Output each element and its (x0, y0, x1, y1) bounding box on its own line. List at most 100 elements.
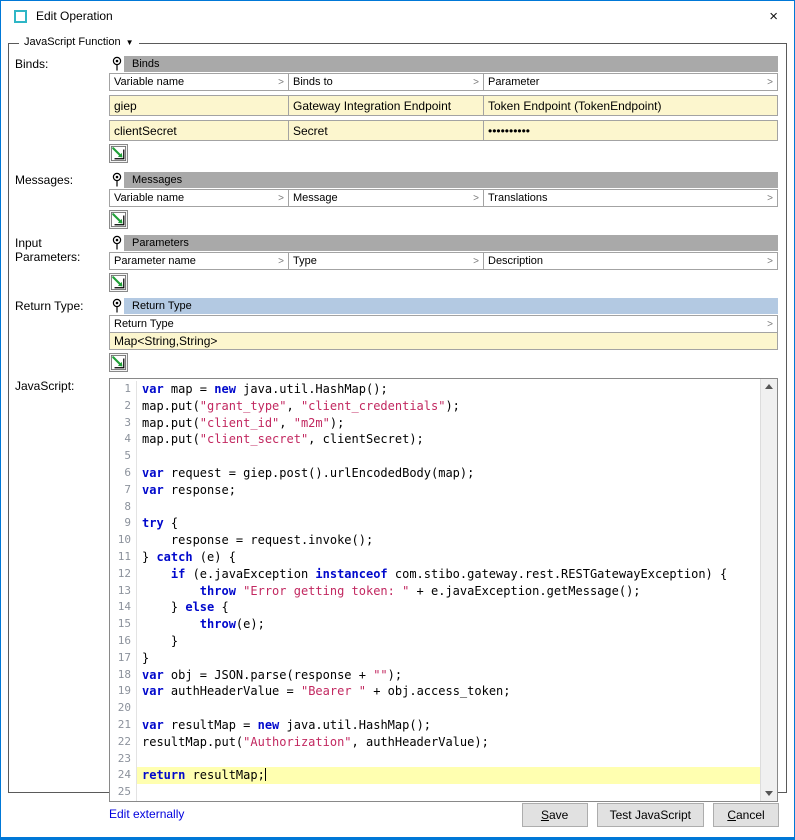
line-number: 19 (110, 683, 137, 700)
column-header[interactable]: Type> (289, 252, 484, 270)
sort-chevron-icon: > (278, 256, 284, 267)
line-number: 3 (110, 415, 137, 432)
editor-scrollbar[interactable] (760, 379, 777, 801)
edit-parameters-button[interactable] (109, 273, 128, 292)
groupbox-legend[interactable]: JavaScript Function ▼ (19, 36, 139, 48)
line-number: 1 (110, 381, 137, 398)
javascript-section: JavaScript: 1var map = new java.util.Has… (15, 378, 778, 821)
javascript-label: JavaScript: (15, 378, 109, 393)
edit-operation-dialog: Edit Operation × JavaScript Function ▼ B… (0, 0, 795, 840)
code-lines: 1var map = new java.util.HashMap();2map.… (110, 381, 760, 801)
close-icon[interactable]: × (763, 6, 784, 27)
line-number: 21 (110, 717, 137, 734)
sort-chevron-icon: > (278, 193, 284, 204)
column-header[interactable]: Variable name> (109, 189, 289, 207)
pin-icon[interactable] (109, 235, 124, 251)
messages-section: Messages: Messages Variable name> Messag… (15, 172, 778, 229)
code-line[interactable]: 1var map = new java.util.HashMap(); (110, 381, 760, 398)
bind-target-cell[interactable]: Secret (289, 120, 484, 141)
code-line[interactable]: 25 (110, 784, 760, 801)
line-number: 23 (110, 751, 137, 768)
code-line[interactable]: 15 throw(e); (110, 616, 760, 633)
code-line[interactable]: 2map.put("grant_type", "client_credentia… (110, 398, 760, 415)
table-row[interactable]: Map<String,String> (109, 332, 778, 350)
chevron-down-icon[interactable]: ▼ (126, 38, 134, 47)
code-line[interactable]: 20 (110, 700, 760, 717)
line-number: 25 (110, 784, 137, 801)
line-number: 14 (110, 599, 137, 616)
pin-icon[interactable] (109, 56, 124, 72)
line-number: 7 (110, 482, 137, 499)
code-line[interactable]: 16 } (110, 633, 760, 650)
pin-icon[interactable] (109, 172, 124, 188)
edit-externally-link[interactable]: Edit externally (109, 807, 184, 821)
code-line[interactable]: 5 (110, 448, 760, 465)
line-number: 20 (110, 700, 137, 717)
sort-chevron-icon: > (278, 77, 284, 88)
edit-return-type-button[interactable] (109, 353, 128, 372)
column-header[interactable]: Return Type> (109, 315, 778, 333)
sort-chevron-icon: > (767, 77, 773, 88)
line-number: 11 (110, 549, 137, 566)
code-line[interactable]: 7var response; (110, 482, 760, 499)
code-line[interactable]: 10 response = request.invoke(); (110, 532, 760, 549)
return-type-value-cell[interactable]: Map<String,String> (109, 332, 778, 350)
table-row[interactable]: giep Gateway Integration Endpoint Token … (109, 95, 778, 116)
code-line[interactable]: 21var resultMap = new java.util.HashMap(… (110, 717, 760, 734)
return-type-section: Return Type: Return Type Return Type> Ma… (15, 298, 778, 372)
line-number: 13 (110, 583, 137, 600)
bind-parameter-cell[interactable]: •••••••••• (484, 120, 778, 141)
code-line[interactable]: 19var authHeaderValue = "Bearer " + obj.… (110, 683, 760, 700)
line-number: 24 (110, 767, 137, 784)
edit-messages-button[interactable] (109, 210, 128, 229)
code-line[interactable]: 24return resultMap; (110, 767, 760, 784)
code-line[interactable]: 3map.put("client_id", "m2m"); (110, 415, 760, 432)
line-number: 22 (110, 734, 137, 751)
bind-target-cell[interactable]: Gateway Integration Endpoint (289, 95, 484, 116)
parameters-section-header[interactable]: Parameters (124, 235, 778, 251)
window-icon (14, 10, 27, 23)
code-line[interactable]: 18var obj = JSON.parse(response + ""); (110, 667, 760, 684)
column-header[interactable]: Variable name> (109, 73, 289, 91)
return-type-label: Return Type: (15, 298, 109, 313)
code-line[interactable]: 14 } else { (110, 599, 760, 616)
bind-variable-cell[interactable]: giep (109, 95, 289, 116)
messages-section-header[interactable]: Messages (124, 172, 778, 188)
line-number: 6 (110, 465, 137, 482)
line-number: 9 (110, 515, 137, 532)
pin-icon[interactable] (109, 298, 124, 314)
code-line[interactable]: 23 (110, 751, 760, 768)
parameters-label: Input Parameters: (15, 235, 109, 264)
code-line[interactable]: 8 (110, 499, 760, 516)
code-line[interactable]: 6var request = giep.post().urlEncodedBod… (110, 465, 760, 482)
scroll-down-icon[interactable] (765, 791, 773, 796)
line-number: 16 (110, 633, 137, 650)
binds-section-header[interactable]: Binds (124, 56, 778, 72)
table-row[interactable]: clientSecret Secret •••••••••• (109, 120, 778, 141)
line-number: 18 (110, 667, 137, 684)
code-line[interactable]: 12 if (e.javaException instanceof com.st… (110, 566, 760, 583)
code-line[interactable]: 17} (110, 650, 760, 667)
column-header[interactable]: Binds to> (289, 73, 484, 91)
bind-variable-cell[interactable]: clientSecret (109, 120, 289, 141)
code-line[interactable]: 9try { (110, 515, 760, 532)
window-title: Edit Operation (36, 9, 113, 23)
column-header[interactable]: Message> (289, 189, 484, 207)
column-header[interactable]: Description> (484, 252, 778, 270)
code-line[interactable]: 22resultMap.put("Authorization", authHea… (110, 734, 760, 751)
return-type-header-row: Return Type> (109, 315, 778, 333)
code-line[interactable]: 13 throw "Error getting token: " + e.jav… (110, 583, 760, 600)
code-line[interactable]: 11} catch (e) { (110, 549, 760, 566)
column-header[interactable]: Translations> (484, 189, 778, 207)
code-line[interactable]: 4map.put("client_secret", clientSecret); (110, 431, 760, 448)
scroll-up-icon[interactable] (765, 384, 773, 389)
return-type-section-header[interactable]: Return Type (124, 298, 778, 314)
code-editor[interactable]: 1var map = new java.util.HashMap();2map.… (109, 378, 778, 802)
edit-binds-button[interactable] (109, 144, 128, 163)
column-header[interactable]: Parameter> (484, 73, 778, 91)
parameters-section: Input Parameters: Parameters Parameter n… (15, 235, 778, 292)
line-number: 10 (110, 532, 137, 549)
line-number: 2 (110, 398, 137, 415)
bind-parameter-cell[interactable]: Token Endpoint (TokenEndpoint) (484, 95, 778, 116)
column-header[interactable]: Parameter name> (109, 252, 289, 270)
